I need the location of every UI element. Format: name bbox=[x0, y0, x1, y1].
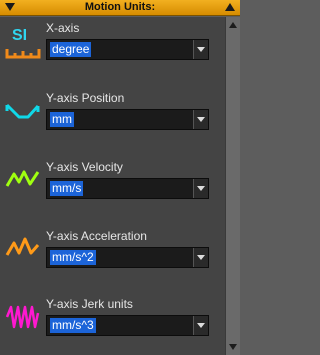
position-curve-icon bbox=[5, 103, 40, 119]
jerk-curve-icon bbox=[5, 305, 40, 329]
motion-units-panel: SI X-axis degree Y-axis Position mm Y-ax… bbox=[0, 17, 225, 355]
panel-title: Motion Units: bbox=[84, 1, 156, 13]
chevron-down-icon[interactable] bbox=[193, 110, 208, 129]
xaxis-label: X-axis bbox=[46, 21, 80, 35]
yaxis-acceleration-units-select[interactable]: mm/s^2 bbox=[46, 247, 209, 268]
yaxis-position-units-select[interactable]: mm bbox=[46, 109, 209, 130]
scroll-up-icon[interactable] bbox=[229, 22, 237, 28]
panel-header[interactable]: Motion Units: bbox=[0, 0, 240, 16]
xaxis-row: SI X-axis degree bbox=[0, 17, 225, 77]
chevron-down-icon[interactable] bbox=[193, 248, 208, 267]
yaxis-acceleration-label: Y-axis Acceleration bbox=[46, 229, 147, 243]
si-ruler-icon: SI bbox=[5, 27, 41, 59]
yaxis-jerk-units-value: mm/s^3 bbox=[50, 318, 96, 333]
chevron-down-icon[interactable] bbox=[193, 40, 208, 59]
velocity-curve-icon bbox=[5, 170, 40, 187]
yaxis-acceleration-row: Y-axis Acceleration mm/s^2 bbox=[0, 225, 225, 285]
xaxis-units-value: degree bbox=[50, 42, 92, 57]
yaxis-jerk-label: Y-axis Jerk units bbox=[46, 297, 133, 311]
yaxis-position-units-value: mm bbox=[50, 112, 74, 127]
xaxis-units-select[interactable]: degree bbox=[46, 39, 209, 60]
yaxis-acceleration-units-value: mm/s^2 bbox=[50, 250, 96, 265]
yaxis-position-row: Y-axis Position mm bbox=[0, 87, 225, 147]
scroll-down-icon[interactable] bbox=[229, 344, 237, 350]
chevron-down-icon[interactable] bbox=[193, 316, 208, 335]
svg-text:SI: SI bbox=[12, 27, 27, 44]
yaxis-velocity-units-select[interactable]: mm/s bbox=[46, 178, 209, 199]
acceleration-curve-icon bbox=[5, 237, 40, 256]
yaxis-velocity-label: Y-axis Velocity bbox=[46, 160, 123, 174]
collapse-up-icon[interactable] bbox=[225, 3, 235, 11]
yaxis-velocity-row: Y-axis Velocity mm/s bbox=[0, 156, 225, 216]
scrollbar[interactable] bbox=[225, 17, 240, 355]
yaxis-jerk-units-select[interactable]: mm/s^3 bbox=[46, 315, 209, 336]
yaxis-velocity-units-value: mm/s bbox=[50, 181, 84, 196]
yaxis-jerk-row: Y-axis Jerk units mm/s^3 bbox=[0, 293, 225, 353]
chevron-down-icon[interactable] bbox=[193, 179, 208, 198]
yaxis-position-label: Y-axis Position bbox=[46, 91, 125, 105]
